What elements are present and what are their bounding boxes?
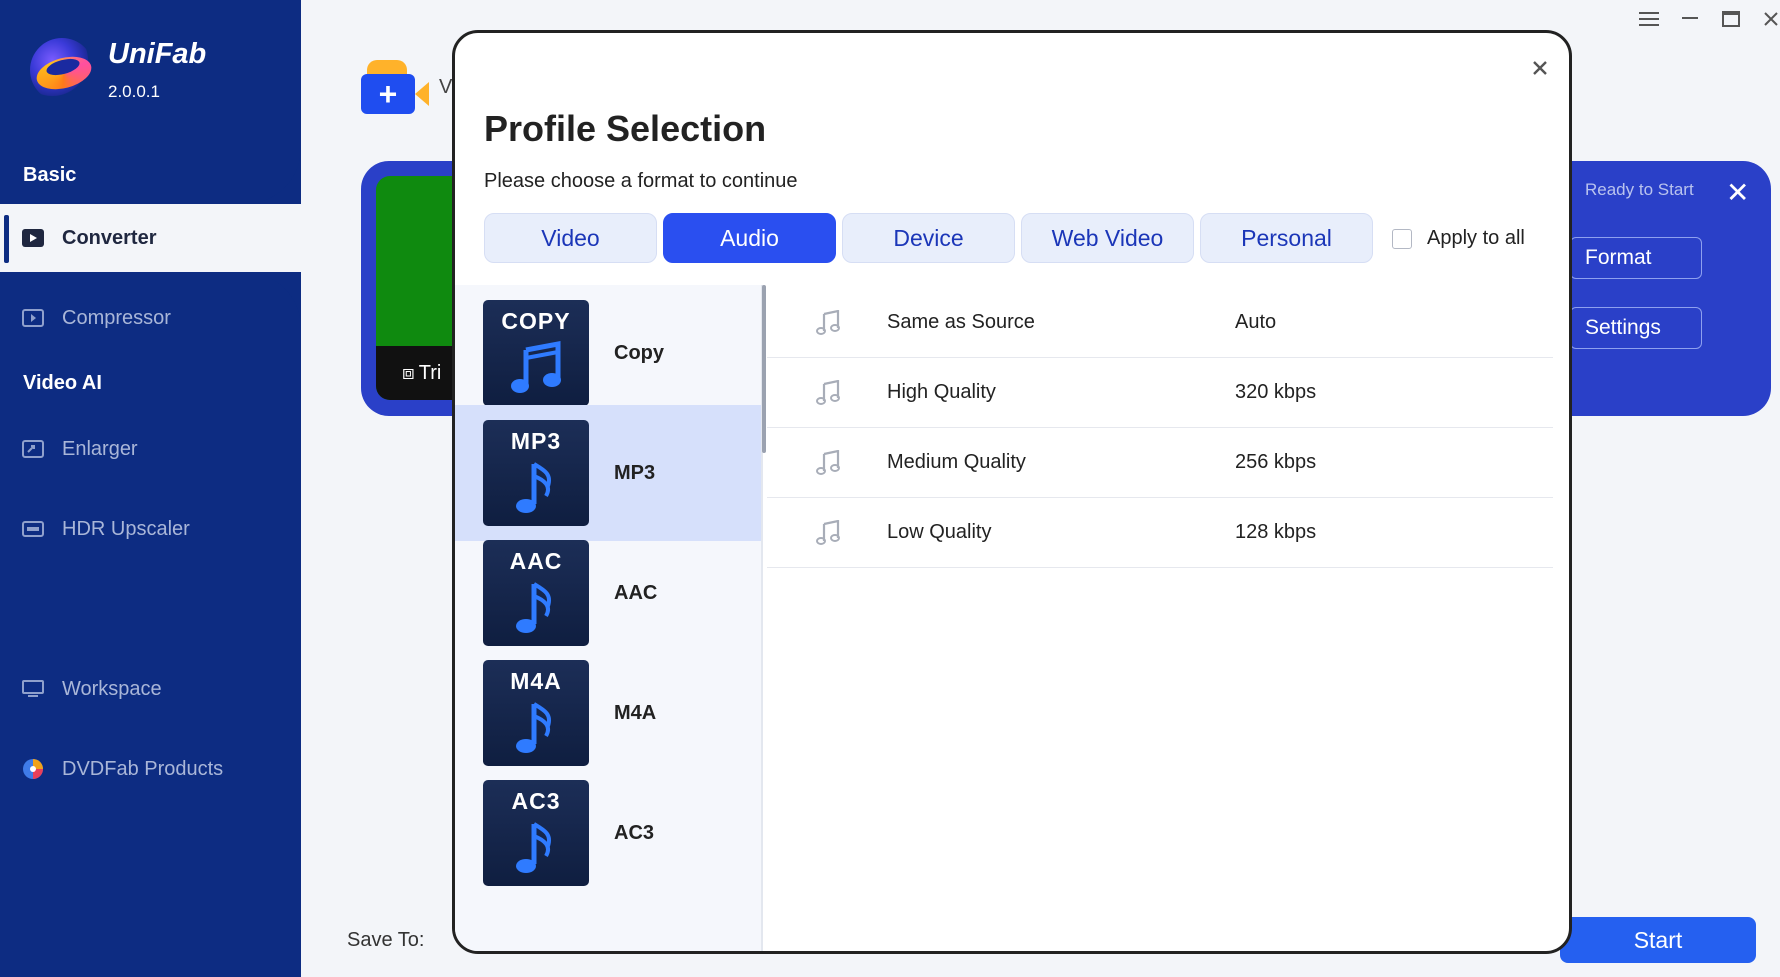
format-tabs: Video Audio Device Web Video Personal bbox=[484, 213, 1373, 263]
sidebar-item-label: HDR Upscaler bbox=[62, 517, 190, 540]
converter-icon bbox=[22, 227, 44, 249]
start-button[interactable]: Start bbox=[1560, 917, 1756, 963]
menu-icon[interactable] bbox=[1636, 6, 1662, 32]
save-to-label: Save To: bbox=[347, 929, 425, 951]
format-name: AAC bbox=[614, 581, 658, 604]
quality-row[interactable]: Low Quality 128 kbps bbox=[767, 498, 1553, 568]
sidebar-section-video-ai: Video AI bbox=[23, 372, 102, 394]
dialog-title: Profile Selection bbox=[484, 108, 767, 149]
quality-row[interactable]: High Quality 320 kbps bbox=[767, 358, 1553, 428]
close-dialog-icon[interactable] bbox=[1525, 53, 1555, 83]
quality-bitrate: 256 kbps bbox=[1235, 451, 1317, 473]
music-note-icon: AC3 bbox=[483, 780, 589, 886]
quality-row[interactable]: Medium Quality 256 kbps bbox=[767, 428, 1553, 498]
app-version: 2.0.0.1 bbox=[108, 82, 160, 101]
sidebar-item-converter[interactable]: Converter bbox=[0, 218, 301, 258]
tab-video[interactable]: Video bbox=[484, 213, 657, 263]
music-note-icon bbox=[816, 310, 840, 335]
sidebar-item-enlarger[interactable]: Enlarger bbox=[0, 429, 301, 469]
sidebar-item-label: DVDFab Products bbox=[62, 757, 224, 780]
sidebar-item-workspace[interactable]: Workspace bbox=[0, 669, 301, 709]
sidebar-item-label: Compressor bbox=[62, 306, 171, 329]
music-note-icon: M4A bbox=[483, 660, 589, 766]
sidebar-item-compressor[interactable]: Compressor bbox=[0, 298, 301, 338]
format-item-copy[interactable]: COPY Copy bbox=[455, 285, 761, 421]
format-name: M4A bbox=[614, 701, 657, 724]
music-note-icon: AAC bbox=[483, 540, 589, 646]
apply-to-all-checkbox[interactable]: Apply to all bbox=[1392, 227, 1525, 250]
format-name: Copy bbox=[614, 341, 664, 364]
plus-icon: + bbox=[361, 74, 415, 114]
format-list: COPY Copy MP3 MP3 AAC AAC M4A M4A AC3 AC… bbox=[455, 285, 763, 951]
minimize-icon[interactable] bbox=[1677, 6, 1703, 32]
maximize-icon[interactable] bbox=[1718, 6, 1744, 32]
profile-selection-dialog: Profile Selection Please choose a format… bbox=[452, 30, 1572, 954]
quality-bitrate: Auto bbox=[1235, 311, 1277, 333]
quality-name: High Quality bbox=[887, 381, 996, 403]
format-name: MP3 bbox=[614, 461, 656, 484]
format-item-mp3[interactable]: MP3 MP3 bbox=[455, 405, 761, 541]
music-note-icon: COPY bbox=[483, 300, 589, 406]
unifab-logo-icon bbox=[30, 38, 94, 102]
sidebar-section-basic: Basic bbox=[23, 164, 77, 186]
add-video-button[interactable]: + bbox=[361, 58, 429, 116]
sidebar: UniFab 2.0.0.1 Basic Converter Compresso… bbox=[0, 0, 301, 977]
sidebar-item-label: Enlarger bbox=[62, 437, 138, 460]
tab-personal[interactable]: Personal bbox=[1200, 213, 1373, 263]
sidebar-item-label: Workspace bbox=[62, 677, 162, 700]
sidebar-item-label: Converter bbox=[62, 226, 157, 249]
monitor-icon bbox=[22, 678, 44, 700]
tab-web-video[interactable]: Web Video bbox=[1021, 213, 1194, 263]
tab-audio[interactable]: Audio bbox=[663, 213, 836, 263]
sidebar-item-dvdfab-products[interactable]: DVDFab Products bbox=[0, 749, 301, 789]
apply-to-all-label: Apply to all bbox=[1427, 227, 1525, 249]
tab-device[interactable]: Device bbox=[842, 213, 1015, 263]
checkbox-icon bbox=[1392, 228, 1412, 249]
sidebar-item-hdr-upscaler[interactable]: HDR Upscaler bbox=[0, 509, 301, 549]
dvdfab-icon bbox=[22, 758, 44, 780]
quality-row[interactable]: Same as Source Auto bbox=[767, 288, 1553, 358]
remove-task-icon[interactable]: ✕ bbox=[1726, 176, 1749, 209]
trim-label: Tri bbox=[418, 361, 442, 384]
music-note-icon bbox=[816, 380, 840, 405]
format-item-ac3[interactable]: AC3 AC3 bbox=[455, 765, 761, 901]
music-note-icon bbox=[816, 520, 840, 545]
format-item-m4a[interactable]: M4A M4A bbox=[455, 645, 761, 781]
format-list-scrollbar[interactable] bbox=[762, 285, 766, 453]
music-note-icon bbox=[816, 450, 840, 475]
quality-name: Same as Source bbox=[887, 311, 1035, 333]
task-status: Ready to Start bbox=[1585, 180, 1694, 199]
add-video-label: V bbox=[439, 76, 453, 98]
quality-list: Same as Source Auto High Quality 320 kbp… bbox=[767, 288, 1553, 568]
quality-bitrate: 320 kbps bbox=[1235, 381, 1317, 403]
settings-button[interactable]: Settings bbox=[1570, 307, 1702, 349]
music-note-icon: MP3 bbox=[483, 420, 589, 526]
dialog-subtitle: Please choose a format to continue bbox=[484, 170, 798, 192]
hdr-icon bbox=[22, 518, 44, 540]
format-button[interactable]: Format bbox=[1570, 237, 1702, 279]
enlarger-icon bbox=[22, 438, 44, 460]
trim-icon: ⧈ bbox=[402, 361, 415, 384]
quality-name: Medium Quality bbox=[887, 451, 1026, 473]
close-window-icon[interactable] bbox=[1758, 6, 1780, 32]
format-name: AC3 bbox=[614, 821, 655, 844]
format-item-aac[interactable]: AAC AAC bbox=[455, 525, 761, 661]
quality-bitrate: 128 kbps bbox=[1235, 521, 1317, 543]
app-name: UniFab bbox=[108, 38, 207, 70]
quality-name: Low Quality bbox=[887, 521, 992, 543]
compressor-icon bbox=[22, 307, 44, 329]
